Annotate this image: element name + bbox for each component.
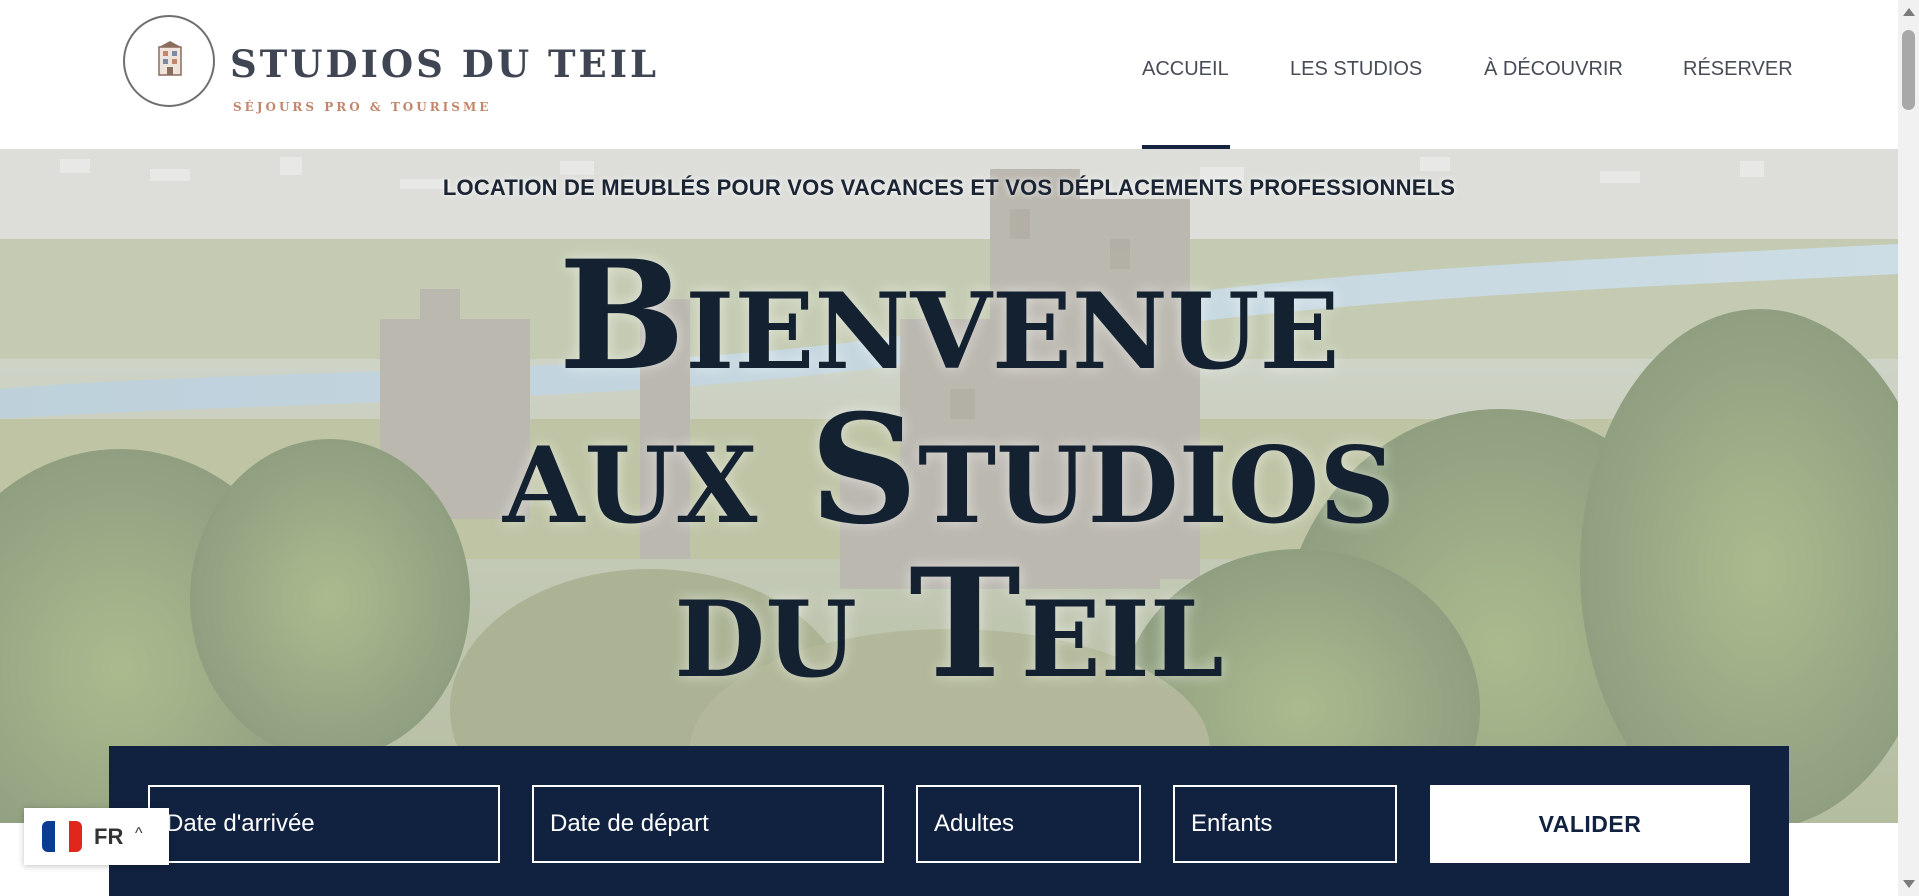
logo[interactable]	[123, 15, 215, 107]
brand-title[interactable]: STUDIOS DU TEIL	[230, 42, 659, 86]
hero-heading-line-1: Bienvenue	[558, 228, 1340, 404]
nav-active-indicator	[1142, 145, 1230, 149]
hero-tagline: LOCATION DE MEUBLÉS POUR VOS VACANCES ET…	[442, 175, 1456, 200]
hero-heading-line-3: du Teil	[674, 536, 1224, 712]
hero-heading-line-2: aux Studios	[502, 382, 1396, 558]
scroll-down-arrow-icon[interactable]	[1903, 880, 1915, 888]
scroll-up-arrow-icon[interactable]	[1903, 8, 1915, 16]
arrival-date-field[interactable]: Date d'arrivée	[148, 785, 500, 863]
chevron-up-icon: ^	[135, 825, 143, 842]
adults-field[interactable]: Adultes	[916, 785, 1141, 863]
departure-date-field[interactable]: Date de départ	[532, 785, 884, 863]
building-icon	[158, 41, 182, 76]
hero-heading: Bienvenue aux Studios du Teil	[0, 239, 1898, 701]
hero-section: LOCATION DE MEUBLÉS POUR VOS VACANCES ET…	[0, 149, 1898, 823]
scrollbar-thumb[interactable]	[1902, 30, 1915, 110]
nav-item-reserver[interactable]: RÉSERVER	[1683, 58, 1793, 81]
booking-form: Date d'arrivée Date de départ Adultes En…	[109, 746, 1789, 896]
brand-subtitle: SÉJOURS PRO & TOURISME	[233, 100, 492, 114]
nav-item-a-decouvrir[interactable]: À DÉCOUVRIR	[1484, 58, 1623, 81]
france-flag-icon	[42, 821, 82, 852]
language-code: FR	[94, 824, 124, 849]
page: STUDIOS DU TEIL SÉJOURS PRO & TOURISME A…	[0, 0, 1919, 896]
site-header: STUDIOS DU TEIL SÉJOURS PRO & TOURISME A…	[0, 0, 1898, 149]
submit-button[interactable]: VALIDER	[1430, 785, 1750, 863]
language-selector[interactable]: FR ^	[24, 808, 169, 865]
nav-item-les-studios[interactable]: LES STUDIOS	[1290, 58, 1422, 81]
children-field[interactable]: Enfants	[1173, 785, 1397, 863]
scrollbar[interactable]	[1898, 0, 1919, 896]
nav-item-accueil[interactable]: ACCUEIL	[1142, 58, 1229, 81]
